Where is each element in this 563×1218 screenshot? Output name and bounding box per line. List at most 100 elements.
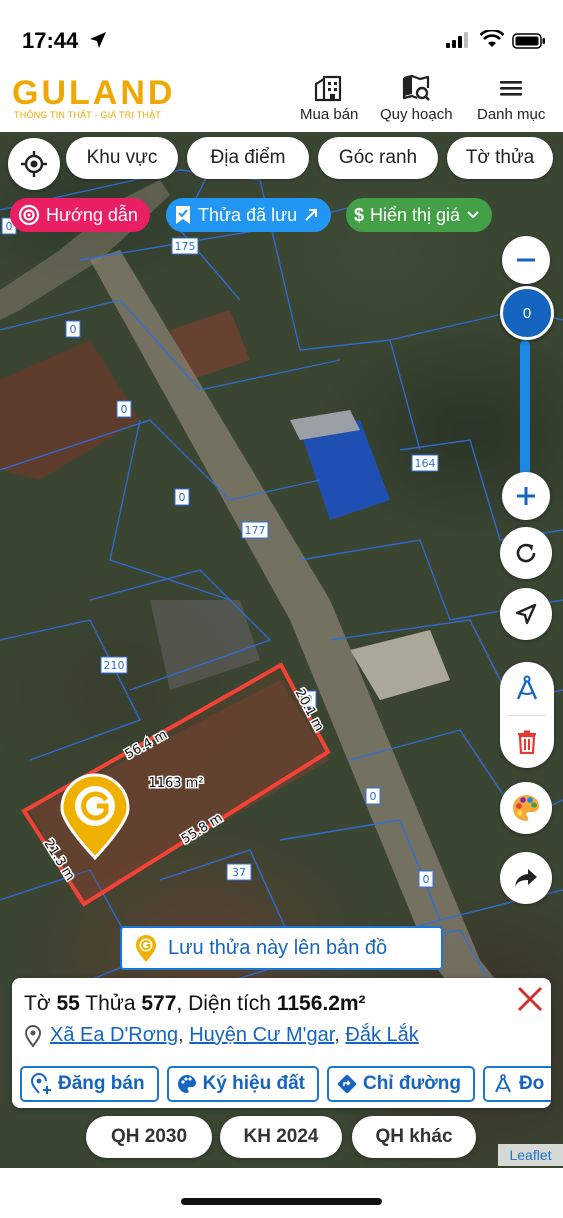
navigate-button[interactable] <box>500 588 552 640</box>
directions-icon <box>337 1074 357 1094</box>
svg-text:175: 175 <box>175 240 196 253</box>
show-price-dropdown[interactable]: $ Hiển thị giá <box>346 198 493 232</box>
map-search-icon <box>403 74 431 101</box>
hamburger-menu-icon <box>500 81 523 96</box>
nav-planning[interactable]: Quy hoạch <box>380 74 453 123</box>
external-arrow-icon <box>305 209 318 221</box>
post-sale-label: Đăng bán <box>58 1073 145 1094</box>
svg-text:0: 0 <box>423 873 430 886</box>
land-symbol-button[interactable]: Ký hiệu đất <box>166 1066 319 1102</box>
palette-small-icon <box>177 1075 196 1093</box>
status-time: 17:44 <box>22 28 79 53</box>
guide-label: Hướng dẫn <box>46 204 138 225</box>
map-pin-icon <box>24 1024 42 1047</box>
svg-text:0: 0 <box>179 491 186 504</box>
filter-area[interactable]: Khu vực <box>66 137 178 179</box>
layer-qh-2030[interactable]: QH 2030 <box>86 1116 212 1158</box>
directions-label: Chỉ đường <box>362 1073 461 1094</box>
crosshair-icon <box>21 151 47 177</box>
parcel-label[interactable]: 0 <box>116 400 132 418</box>
parcel-label[interactable]: 0 <box>418 870 434 888</box>
parcel-label[interactable]: 175 <box>171 237 199 255</box>
refresh-icon <box>516 543 536 563</box>
layer-qh-other[interactable]: QH khác <box>352 1116 476 1158</box>
layer-style-button[interactable] <box>500 782 552 834</box>
leaflet-attribution[interactable]: Leaflet <box>498 1144 563 1166</box>
layer-kh-2024[interactable]: KH 2024 <box>220 1116 342 1158</box>
share-arrow-icon <box>515 869 537 887</box>
parcel-area: 1156.2m² <box>276 992 366 1015</box>
locate-me-button[interactable] <box>8 138 60 190</box>
zoom-slider-track[interactable] <box>520 340 530 490</box>
guland-pin-small-icon <box>136 935 156 962</box>
svg-text:210: 210 <box>104 659 125 672</box>
directions-button[interactable]: Chỉ đường <box>326 1066 475 1102</box>
filter-location[interactable]: Địa điểm <box>187 137 309 179</box>
saved-parcels-button[interactable]: Thửa đã lưu <box>166 198 332 232</box>
zoom-slider-knob[interactable]: 0 <box>500 286 554 340</box>
parcel-label[interactable]: 164 <box>411 454 439 472</box>
svg-text:164: 164 <box>415 457 436 470</box>
parcel-info-title: Tờ 55 Thửa 577, Diện tích 1156.2m² <box>24 992 366 1015</box>
plus-icon <box>517 487 535 505</box>
battery-icon <box>512 33 545 49</box>
minus-icon <box>517 258 535 262</box>
district-link[interactable]: Huyện Cư M'gar <box>189 1024 334 1046</box>
province-link[interactable]: Đắk Lắk <box>345 1024 418 1046</box>
palette-icon <box>513 795 540 821</box>
svg-text:177: 177 <box>245 524 266 537</box>
wifi-icon <box>480 30 504 47</box>
parcel-area-label: 1163 m² <box>148 776 203 791</box>
status-bar: 17:44 <box>0 0 563 70</box>
zoom-in-button[interactable] <box>502 472 550 520</box>
home-indicator[interactable] <box>181 1198 382 1205</box>
parcel-actions: Đăng bán Ký hiệu đất Chỉ đường Đo <box>20 1066 551 1102</box>
measure-action-button[interactable]: Đo <box>482 1066 551 1102</box>
parcel-label[interactable]: 0 <box>174 488 190 506</box>
sheet-number: 55 <box>56 992 80 1015</box>
dollar-icon: $ <box>354 204 365 225</box>
parcel-label[interactable]: 37 <box>226 863 252 881</box>
nav-buy-sell-label: Mua bán <box>300 106 359 123</box>
logo-tagline: THÔNG TIN THẬT - GIÁ TRỊ THẬT <box>14 110 161 120</box>
svg-text:0: 0 <box>70 323 77 336</box>
measure-button[interactable] <box>500 662 554 714</box>
measure-action-label: Đo <box>518 1073 545 1094</box>
measure-tool-group <box>500 662 554 768</box>
parcel-info-panel: Tờ 55 Thửa 577, Diện tích 1156.2m² Xã Ea… <box>12 978 551 1108</box>
compass-icon <box>495 1074 511 1093</box>
bookmark-check-icon <box>176 206 190 224</box>
cellular-signal-icon <box>446 32 468 48</box>
parcel-label[interactable]: 0 <box>65 320 81 338</box>
chevron-down-icon <box>467 211 479 219</box>
saved-parcels-label: Thửa đã lưu <box>198 204 298 225</box>
nav-menu[interactable]: Danh mục <box>477 74 545 123</box>
nav-buy-sell[interactable]: Mua bán <box>300 74 358 123</box>
close-panel-button[interactable] <box>515 984 545 1019</box>
zoom-out-button[interactable] <box>502 236 550 284</box>
parcel-label[interactable]: 177 <box>241 521 269 539</box>
buildings-icon <box>315 75 342 102</box>
navigation-arrow-icon <box>515 603 537 625</box>
add-location-icon <box>30 1073 51 1094</box>
post-sale-button[interactable]: Đăng bán <box>20 1066 159 1102</box>
parcel-label[interactable]: 0 <box>365 787 381 805</box>
save-parcel-button[interactable]: Lưu thửa này lên bản đồ <box>120 926 443 970</box>
land-symbol-label: Ký hiệu đất <box>202 1073 305 1094</box>
svg-text:0: 0 <box>370 790 377 803</box>
commune-link[interactable]: Xã Ea D'Rơng <box>50 1024 178 1046</box>
guide-button[interactable]: Hướng dẫn <box>10 198 150 232</box>
filter-sheet-parcel[interactable]: Tờ thửa <box>447 137 553 179</box>
save-parcel-label: Lưu thửa này lên bản đồ <box>168 936 388 959</box>
parcel-location: Xã Ea D'Rơng, Huyện Cư M'gar, Đắk Lắk <box>24 1024 419 1047</box>
location-arrow-icon <box>90 32 106 48</box>
filter-corner[interactable]: Góc ranh <box>318 137 438 179</box>
logo[interactable]: GULAND <box>12 74 175 113</box>
home-indicator-area <box>0 1168 563 1218</box>
refresh-button[interactable] <box>500 527 552 579</box>
target-icon <box>18 204 40 226</box>
share-button[interactable] <box>500 852 552 904</box>
parcel-label[interactable]: 210 <box>100 656 128 674</box>
compass-measure-icon <box>516 675 538 700</box>
delete-measure-button[interactable] <box>500 716 554 768</box>
